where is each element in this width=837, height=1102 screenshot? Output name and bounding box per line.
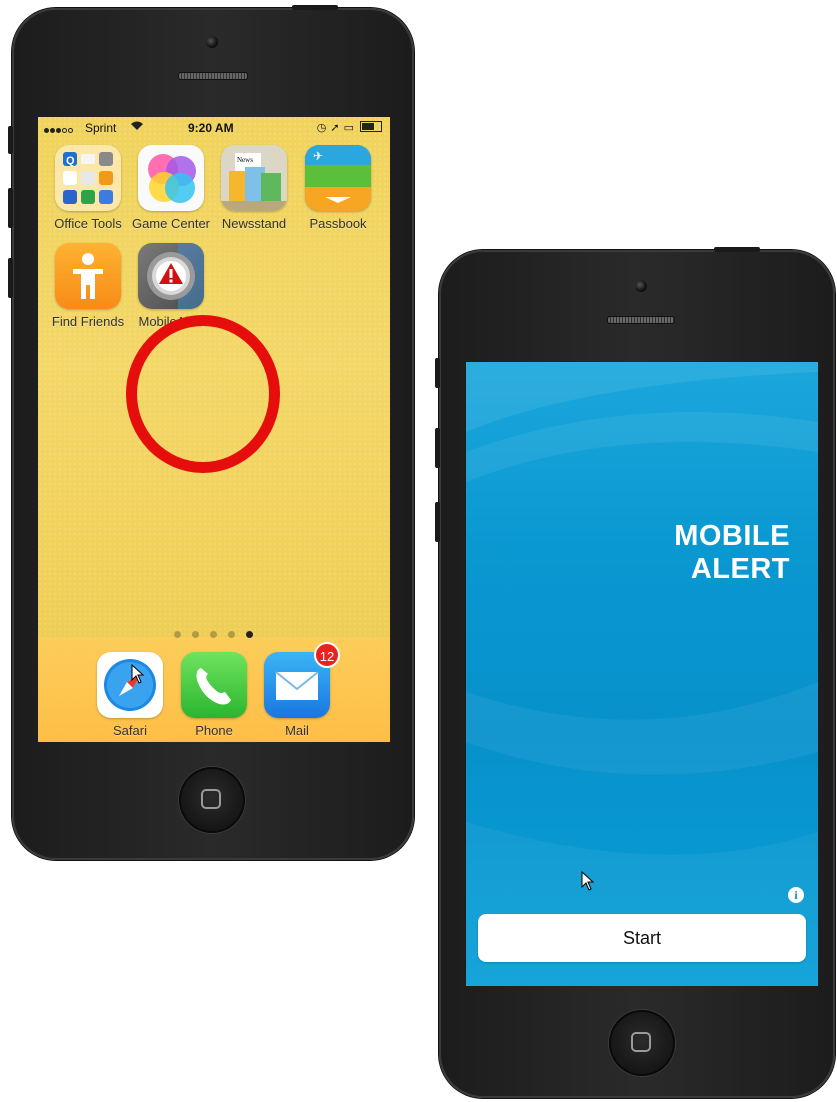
dock-app-phone[interactable]: Phone xyxy=(174,652,254,738)
status-icons: ◷➚▭ xyxy=(317,121,382,134)
app-newsstand[interactable]: News Newsstand xyxy=(214,145,294,231)
app-passbook[interactable]: ✈ Passbook xyxy=(298,145,378,231)
svg-text:News: News xyxy=(237,156,253,164)
app-label: Passbook xyxy=(309,216,367,231)
clock: 9:20 AM xyxy=(188,121,234,135)
dock: Safari Phone 12 Mail xyxy=(38,637,390,742)
app-brand-title: MOBILE ALERT xyxy=(674,520,790,586)
start-button[interactable]: Start xyxy=(478,914,806,962)
brand-line-1: MOBILE xyxy=(674,520,790,552)
passbook-icon: ✈ xyxy=(305,145,371,211)
app-label: Safari xyxy=(113,723,147,738)
app-label: Phone xyxy=(195,723,233,738)
alarm-icon: ◷ xyxy=(316,122,331,134)
app-label: Find Friends xyxy=(51,314,125,329)
home-button[interactable] xyxy=(609,1010,675,1076)
brand-line-2: ALERT xyxy=(690,553,790,585)
newsstand-icon: News xyxy=(221,145,287,211)
earpiece-speaker xyxy=(178,72,248,80)
mobilealert-splash-screen: MOBILE ALERT i Start xyxy=(466,362,818,986)
app-label: Game Center xyxy=(131,216,211,231)
dock-app-safari[interactable]: Safari xyxy=(90,652,170,738)
mobilealert-icon xyxy=(138,243,204,309)
office-tools-folder-icon: Q xyxy=(55,145,121,211)
highlight-circle xyxy=(126,315,280,473)
app-office-tools[interactable]: Q Office Tools xyxy=(48,145,128,231)
front-camera xyxy=(206,36,218,48)
svg-text:✈: ✈ xyxy=(313,149,323,163)
earpiece-speaker xyxy=(607,316,675,324)
airplay-icon: ▭ xyxy=(343,122,358,134)
home-screen: Sprint 9:20 AM ◷➚▭ Q Office Tools Game C… xyxy=(38,117,390,742)
wifi-icon xyxy=(130,120,144,134)
page-indicator xyxy=(174,625,264,643)
app-label: Mail xyxy=(285,723,309,738)
info-icon[interactable]: i xyxy=(788,887,804,903)
dock-app-mail[interactable]: 12 Mail xyxy=(257,642,340,738)
mouse-cursor-icon xyxy=(131,664,145,684)
status-bar: Sprint 9:20 AM ◷➚▭ xyxy=(38,117,390,139)
unread-badge: 12 xyxy=(314,642,340,668)
phone-icon xyxy=(181,652,247,718)
home-button[interactable] xyxy=(179,767,245,833)
svg-text:Q: Q xyxy=(66,155,75,167)
background-waves xyxy=(466,362,818,986)
game-center-icon xyxy=(138,145,204,211)
carrier-name: Sprint xyxy=(85,121,117,135)
battery-icon xyxy=(360,121,382,132)
find-friends-icon xyxy=(55,243,121,309)
mail-icon: 12 xyxy=(264,642,340,718)
app-game-center[interactable]: Game Center xyxy=(131,145,211,231)
signal-strength-icon xyxy=(44,122,74,136)
mouse-cursor-icon xyxy=(581,871,595,891)
front-camera xyxy=(635,280,647,292)
location-icon: ➚ xyxy=(330,122,344,134)
app-label: Newsstand xyxy=(221,216,287,231)
app-label: Office Tools xyxy=(54,216,122,231)
app-find-friends[interactable]: Find Friends xyxy=(48,243,128,329)
safari-icon xyxy=(97,652,163,718)
